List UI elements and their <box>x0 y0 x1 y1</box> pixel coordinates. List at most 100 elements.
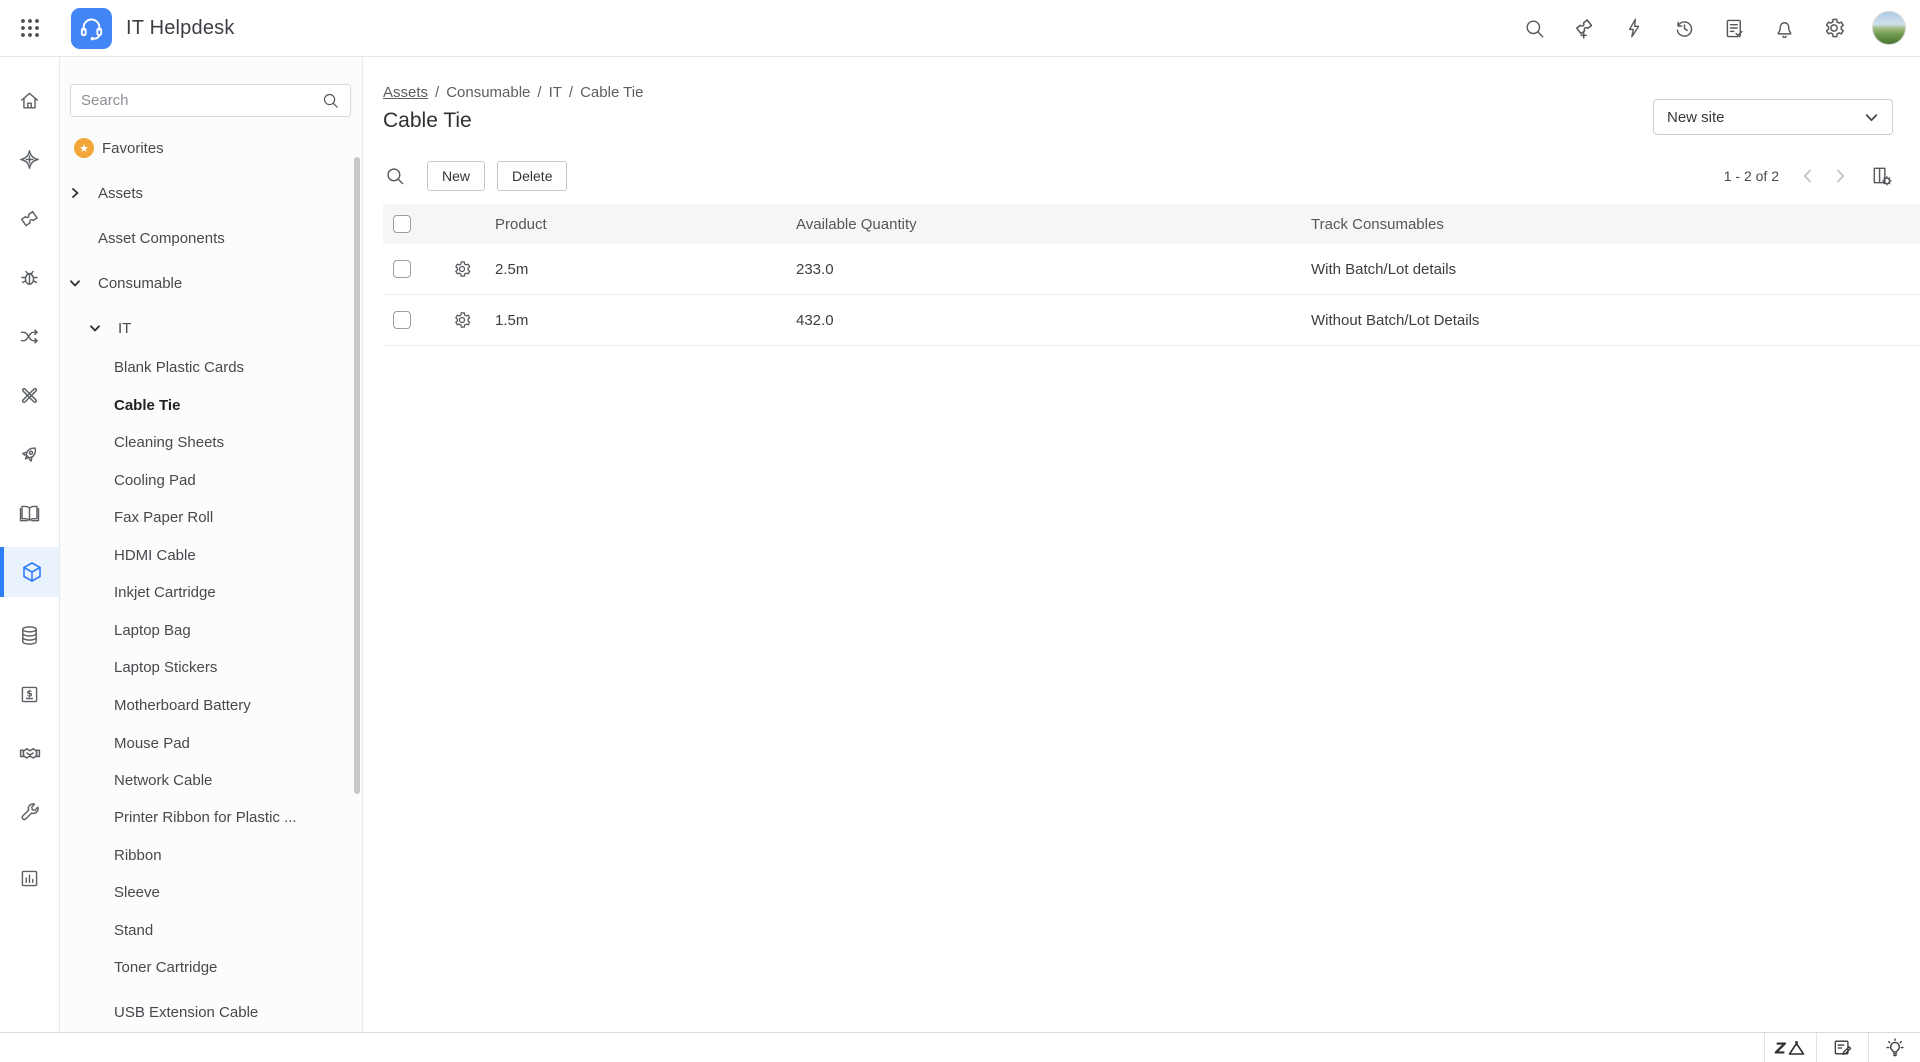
cell-available-quantity: 432.0 <box>796 312 1311 329</box>
settings-gear-icon[interactable] <box>1822 16 1846 40</box>
notifications-bell-icon[interactable] <box>1772 16 1796 40</box>
sidebar-leaf-item[interactable]: Cooling Pad <box>114 470 196 492</box>
rail-contracts-icon[interactable] <box>0 728 59 778</box>
previous-page-icon[interactable] <box>1799 167 1817 185</box>
table-row[interactable]: 1.5m 432.0 Without Batch/Lot Details <box>383 295 1920 346</box>
sidebar-item-asset-components[interactable]: Asset Components <box>98 227 225 249</box>
module-rail: $ <box>0 57 60 1062</box>
sidebar-leaf-item[interactable]: Laptop Bag <box>114 620 191 642</box>
column-settings-icon[interactable] <box>1869 165 1893 187</box>
breadcrumb-cable-tie: Cable Tie <box>580 84 643 101</box>
favorites-star-icon: ★ <box>74 138 94 158</box>
select-all-checkbox[interactable] <box>393 215 411 233</box>
row-checkbox[interactable] <box>393 311 411 329</box>
column-header-track-consumables[interactable]: Track Consumables <box>1311 216 1920 233</box>
row-actions-gear-icon[interactable] <box>452 310 472 330</box>
sidebar-leaf-item[interactable]: Inkjet Cartridge <box>114 582 216 604</box>
sidebar-item-assets[interactable]: Assets <box>68 182 143 204</box>
sidebar-leaf-item[interactable]: Fax Paper Roll <box>114 507 213 529</box>
history-icon[interactable] <box>1672 16 1696 40</box>
site-selector-dropdown[interactable]: New site <box>1653 99 1893 135</box>
search-icon[interactable] <box>321 91 340 110</box>
cell-product[interactable]: 2.5m <box>495 261 796 278</box>
rail-releases-icon[interactable] <box>0 429 59 479</box>
rail-changes-icon[interactable] <box>0 311 59 361</box>
sidebar-item-it[interactable]: IT <box>88 317 131 339</box>
sidebar-leaf-item[interactable]: Toner Cartridge <box>114 957 217 979</box>
search-icon[interactable] <box>1522 16 1546 40</box>
consumables-table: Product Available Quantity Track Consuma… <box>383 204 1920 346</box>
feedback-edit-icon[interactable] <box>1816 1033 1868 1062</box>
sidebar-leaf-item[interactable]: Mouse Pad <box>114 733 190 755</box>
rail-purchase-icon[interactable]: $ <box>0 669 59 719</box>
rail-admin-icon[interactable] <box>0 787 59 837</box>
rail-home-icon[interactable] <box>0 75 59 125</box>
sidebar-item-cable-tie[interactable]: Cable Tie <box>114 395 180 417</box>
new-button[interactable]: New <box>427 161 485 191</box>
svg-text:Z: Z <box>1774 1039 1787 1057</box>
table-row[interactable]: 2.5m 233.0 With Batch/Lot details <box>383 244 1920 295</box>
rail-solutions-icon[interactable] <box>0 488 59 538</box>
sidebar-leaf-item[interactable]: Motherboard Battery <box>114 695 251 717</box>
table-search-icon[interactable] <box>383 164 407 188</box>
list-toolbar: New Delete 1 - 2 of 2 <box>383 160 1893 191</box>
helpdesk-logo[interactable] <box>71 8 112 49</box>
sidebar-item-consumable[interactable]: Consumable <box>68 272 182 294</box>
chevron-down-icon <box>1864 110 1879 125</box>
rail-cmdb-icon[interactable] <box>0 610 59 660</box>
app-launcher-icon[interactable] <box>0 0 59 56</box>
user-avatar[interactable] <box>1872 11 1906 45</box>
pagination-count: 1 - 2 of 2 <box>1724 168 1779 184</box>
sidebar-leaf-item[interactable]: Ribbon <box>114 845 162 867</box>
breadcrumb-separator: / <box>435 84 439 101</box>
sidebar-leaf-item[interactable]: Blank Plastic Cards <box>114 357 244 379</box>
add-ticket-icon[interactable] <box>1572 16 1596 40</box>
zia-assistant-icon[interactable]: Z <box>1764 1033 1816 1062</box>
sidebar-leaf-item[interactable]: Sleeve <box>114 882 160 904</box>
chevron-right-icon[interactable] <box>68 186 82 200</box>
sidebar-leaf-item[interactable]: Network Cable <box>114 770 212 792</box>
cell-available-quantity: 233.0 <box>796 261 1311 278</box>
svg-text:$: $ <box>26 689 32 699</box>
breadcrumb-consumable[interactable]: Consumable <box>446 84 530 101</box>
page-title: Cable Tie <box>383 109 472 133</box>
breadcrumb-it[interactable]: IT <box>549 84 562 101</box>
column-header-product[interactable]: Product <box>495 216 796 233</box>
headset-icon <box>78 15 105 42</box>
grid-dots-icon <box>20 18 40 38</box>
cell-product[interactable]: 1.5m <box>495 312 796 329</box>
sidebar-search-input[interactable] <box>81 92 321 109</box>
rail-requests-icon[interactable] <box>0 193 59 243</box>
rail-reports-icon[interactable] <box>0 853 59 903</box>
sidebar-scrollbar[interactable] <box>354 157 360 794</box>
task-check-icon[interactable] <box>1722 16 1746 40</box>
top-bar: IT Helpdesk <box>0 0 1920 57</box>
sidebar-leaf-item[interactable]: Cleaning Sheets <box>114 432 224 454</box>
sidebar-leaf-item[interactable]: Stand <box>114 920 153 942</box>
rail-explore-icon[interactable] <box>0 134 59 184</box>
breadcrumb-assets[interactable]: Assets <box>383 84 428 101</box>
pagination: 1 - 2 of 2 <box>1724 165 1893 187</box>
row-actions-gear-icon[interactable] <box>452 259 472 279</box>
sidebar-leaf-item[interactable]: HDMI Cable <box>114 545 196 567</box>
sidebar-leaf-item[interactable]: USB Extension Cable <box>114 1002 258 1024</box>
bottom-utility-bar: Z <box>0 1032 1920 1062</box>
sidebar-leaf-item[interactable]: Laptop Stickers <box>114 657 217 679</box>
rail-assets-icon-active[interactable] <box>0 547 59 597</box>
column-header-available-quantity[interactable]: Available Quantity <box>796 216 1311 233</box>
sidebar-leaf-item[interactable]: Printer Ribbon for Plastic ... <box>114 807 297 829</box>
chevron-down-icon[interactable] <box>68 276 82 290</box>
chevron-down-icon[interactable] <box>88 321 102 335</box>
rail-problems-icon[interactable] <box>0 252 59 302</box>
sidebar-search-box <box>70 84 351 117</box>
smart-tips-bulb-icon[interactable] <box>1868 1033 1920 1062</box>
rail-projects-icon[interactable] <box>0 370 59 420</box>
next-page-icon[interactable] <box>1831 167 1849 185</box>
topbar-actions <box>1522 11 1920 45</box>
delete-button[interactable]: Delete <box>497 161 567 191</box>
sidebar-item-favorites[interactable]: ★ Favorites <box>74 137 164 159</box>
row-checkbox[interactable] <box>393 260 411 278</box>
table-header-row: Product Available Quantity Track Consuma… <box>383 204 1920 244</box>
app-title: IT Helpdesk <box>126 17 235 40</box>
quick-actions-bolt-icon[interactable] <box>1622 16 1646 40</box>
